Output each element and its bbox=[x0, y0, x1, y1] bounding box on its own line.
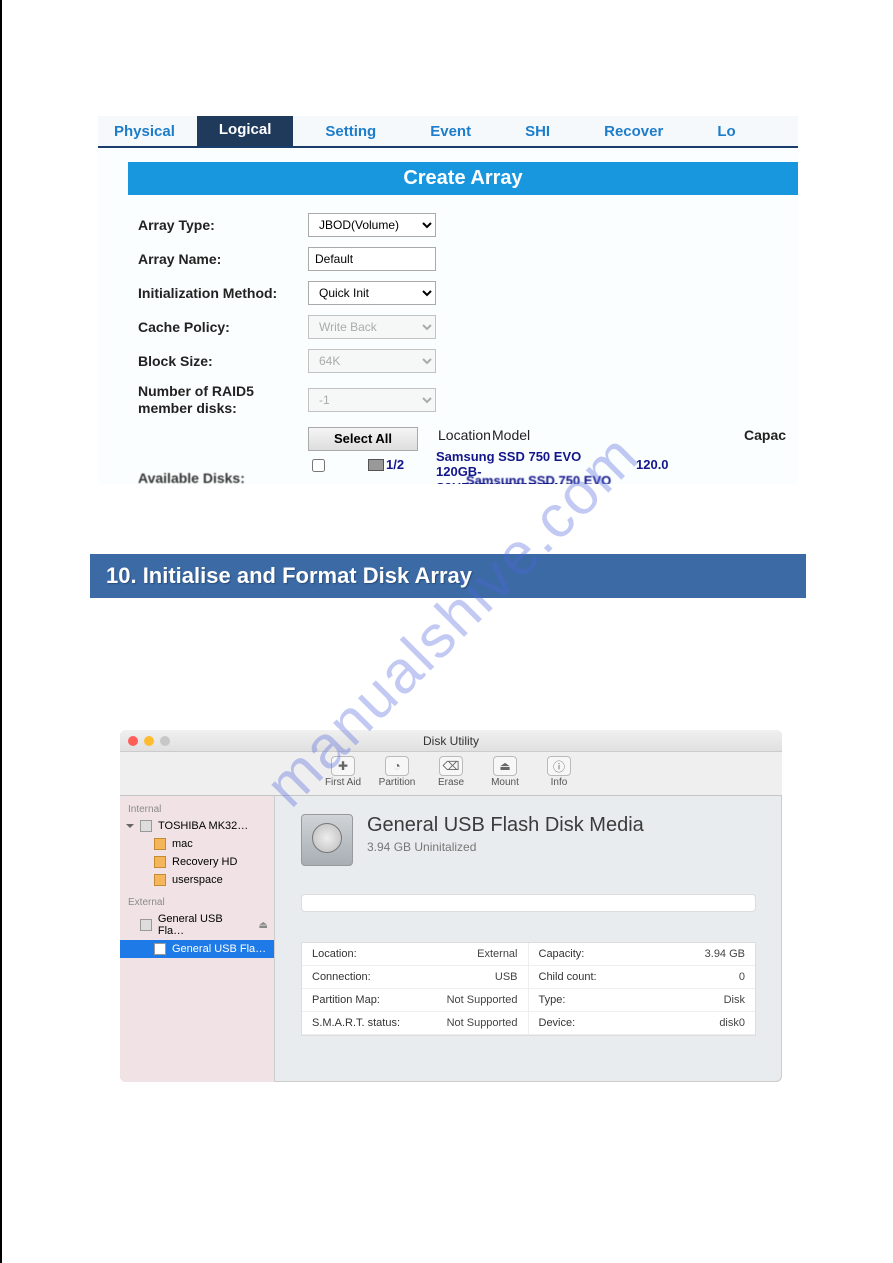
window-title: Disk Utility bbox=[120, 734, 782, 748]
cache-policy-select[interactable]: Write Back bbox=[308, 315, 436, 339]
sidebar-external-label: External bbox=[120, 895, 274, 910]
tab-recover[interactable]: Recover bbox=[592, 117, 675, 146]
sidebar-vol-recovery[interactable]: Recovery HD bbox=[120, 853, 274, 871]
info-child-count: Child count:0 bbox=[529, 966, 756, 989]
sidebar-internal-label: Internal bbox=[120, 802, 274, 817]
disk-title: General USB Flash Disk Media bbox=[367, 814, 644, 837]
volume-icon bbox=[154, 874, 166, 886]
sidebar-disk-usb[interactable]: General USB Fla…⏏ bbox=[120, 910, 274, 940]
toolbar-erase[interactable]: ⌫Erase bbox=[425, 756, 477, 795]
col-capacity: Capac bbox=[744, 427, 798, 443]
tab-physical[interactable]: Physical bbox=[102, 117, 187, 146]
block-size-label: Block Size: bbox=[138, 353, 308, 369]
disk-icon bbox=[140, 820, 152, 832]
sidebar-disk-toshiba[interactable]: TOSHIBA MK32… bbox=[120, 817, 274, 835]
info-smart: S.M.A.R.T. status:Not Supported bbox=[302, 1012, 529, 1035]
col-location: Location bbox=[438, 427, 492, 443]
sidebar: Internal TOSHIBA MK32… mac Recovery HD u… bbox=[120, 796, 275, 1082]
volume-icon bbox=[154, 856, 166, 868]
disk-checkbox[interactable] bbox=[312, 459, 325, 472]
disk-icon bbox=[140, 919, 152, 931]
info-table: Location:External Capacity:3.94 GB Conne… bbox=[301, 942, 756, 1036]
volume-icon bbox=[154, 943, 166, 955]
array-type-label: Array Type: bbox=[138, 217, 308, 233]
raid5-disks-label: Number of RAID5 member disks: bbox=[138, 383, 308, 417]
init-method-label: Initialization Method: bbox=[138, 285, 308, 301]
info-type: Type:Disk bbox=[529, 989, 756, 1012]
hdd-icon bbox=[368, 459, 384, 471]
mount-icon: ⏏ bbox=[493, 756, 517, 776]
disk-capacity: 120.0 bbox=[636, 449, 696, 472]
disk-subtitle: 3.94 GB Uninitalized bbox=[367, 840, 644, 854]
partition-icon: ◔ bbox=[385, 756, 409, 776]
extra-disk-partial: Samsung SSD 750 EVO bbox=[466, 473, 611, 484]
erase-icon: ⌫ bbox=[439, 756, 463, 776]
info-capacity: Capacity:3.94 GB bbox=[529, 943, 756, 966]
disk-location: 1/2 bbox=[368, 449, 436, 472]
volume-icon bbox=[154, 838, 166, 850]
array-name-input[interactable] bbox=[308, 247, 436, 271]
block-size-select[interactable]: 64K bbox=[308, 349, 436, 373]
section-heading: 10. Initialise and Format Disk Array bbox=[90, 554, 806, 598]
close-icon[interactable] bbox=[128, 736, 138, 746]
select-all-button[interactable]: Select All bbox=[308, 427, 418, 451]
info-icon: ⓘ bbox=[547, 756, 571, 776]
disk-table-header: Location Model Capac bbox=[438, 427, 798, 443]
info-location: Location:External bbox=[302, 943, 529, 966]
tab-setting[interactable]: Setting bbox=[313, 117, 388, 146]
form-area: Array Type: JBOD(Volume) Array Name: Ini… bbox=[98, 195, 798, 484]
toolbar-first-aid[interactable]: ✚First Aid bbox=[317, 756, 369, 795]
info-connection: Connection:USB bbox=[302, 966, 529, 989]
disk-utility-window: Disk Utility ✚First Aid ◔Partition ⌫Eras… bbox=[120, 730, 782, 1082]
info-partition-map: Partition Map:Not Supported bbox=[302, 989, 529, 1012]
cache-policy-label: Cache Policy: bbox=[138, 319, 308, 335]
create-array-banner: Create Array bbox=[128, 162, 798, 195]
available-disks-label: Available Disks: bbox=[138, 470, 245, 484]
sidebar-vol-userspace[interactable]: userspace bbox=[120, 871, 274, 889]
array-type-select[interactable]: JBOD(Volume) bbox=[308, 213, 436, 237]
toolbar-partition[interactable]: ◔Partition bbox=[371, 756, 423, 795]
main-pane: General USB Flash Disk Media 3.94 GB Uni… bbox=[275, 796, 782, 1082]
sidebar-vol-mac[interactable]: mac bbox=[120, 835, 274, 853]
eject-icon[interactable]: ⏏ bbox=[259, 920, 268, 931]
tab-shi[interactable]: SHI bbox=[513, 117, 562, 146]
tab-lo[interactable]: Lo bbox=[705, 117, 747, 146]
info-device: Device:disk0 bbox=[529, 1012, 756, 1035]
tab-bar: Physical Logical Setting Event SHI Recov… bbox=[98, 116, 798, 148]
tab-event[interactable]: Event bbox=[418, 117, 483, 146]
tab-logical[interactable]: Logical bbox=[197, 116, 294, 146]
titlebar: Disk Utility bbox=[120, 730, 782, 752]
first-aid-icon: ✚ bbox=[331, 756, 355, 776]
zoom-icon[interactable] bbox=[160, 736, 170, 746]
toolbar-mount[interactable]: ⏏Mount bbox=[479, 756, 531, 795]
disk-image-icon bbox=[301, 814, 353, 866]
minimize-icon[interactable] bbox=[144, 736, 154, 746]
toolbar-info[interactable]: ⓘInfo bbox=[533, 756, 585, 795]
col-model: Model bbox=[492, 427, 744, 443]
array-name-label: Array Name: bbox=[138, 251, 308, 267]
chevron-down-icon bbox=[126, 824, 134, 828]
raid-config-screenshot: Physical Logical Setting Event SHI Recov… bbox=[98, 116, 798, 484]
usage-bar bbox=[301, 894, 756, 912]
sidebar-vol-usb-selected[interactable]: General USB Fla… bbox=[120, 940, 274, 958]
toolbar: ✚First Aid ◔Partition ⌫Erase ⏏Mount ⓘInf… bbox=[120, 752, 782, 796]
init-method-select[interactable]: Quick Init bbox=[308, 281, 436, 305]
raid5-disks-select[interactable]: -1 bbox=[308, 388, 436, 412]
